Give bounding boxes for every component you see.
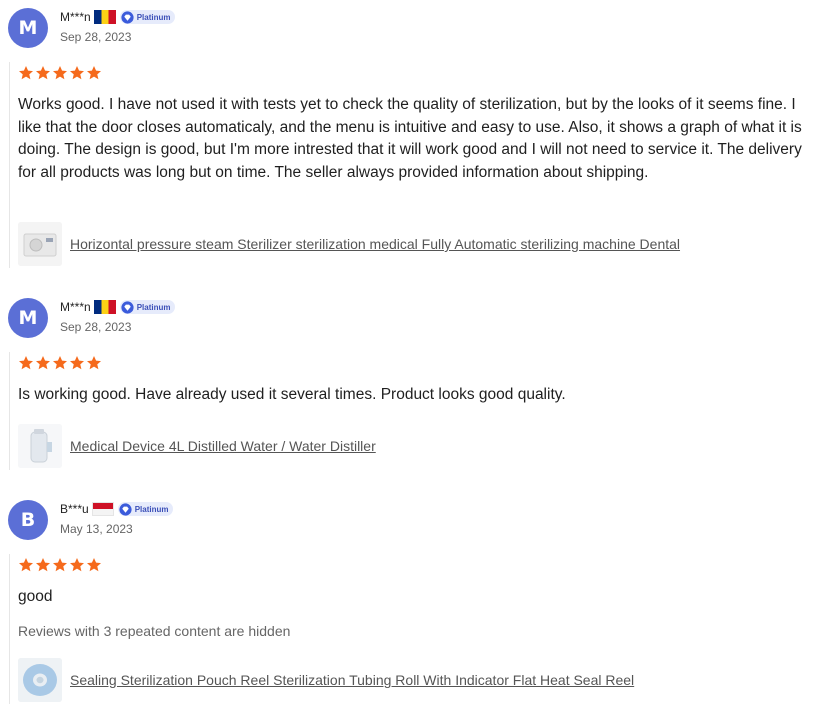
reviewer-info: M***n Platinum — [60, 298, 176, 316]
divider — [9, 554, 10, 704]
indonesia-flag-icon — [91, 502, 114, 516]
avatar: M — [8, 298, 48, 338]
review-text: Is working good. Have already used it se… — [18, 386, 566, 403]
star-icon — [19, 356, 33, 370]
star-icon — [36, 66, 50, 80]
star-icon — [19, 558, 33, 572]
review-date: Sep 28, 2023 — [60, 30, 132, 44]
star-rating — [18, 557, 103, 573]
avatar: B — [8, 500, 48, 540]
product-title-link[interactable]: Sealing Sterilization Pouch Reel Sterili… — [70, 672, 634, 688]
star-icon — [70, 356, 84, 370]
diamond-icon — [121, 300, 134, 314]
badge-label: Platinum — [136, 12, 171, 22]
star-rating — [18, 355, 103, 371]
diamond-icon — [121, 10, 134, 24]
star-rating — [18, 65, 103, 81]
star-icon — [87, 356, 101, 370]
divider — [9, 62, 10, 268]
product-link[interactable]: Medical Device 4L Distilled Water / Wate… — [18, 424, 376, 468]
star-icon — [70, 66, 84, 80]
reviewer-name: M***n — [60, 10, 91, 24]
review-card: M M***n Platinum Sep 28, 2023 Works good… — [0, 0, 828, 280]
star-icon — [87, 66, 101, 80]
product-link[interactable]: Horizontal pressure steam Sterilizer ste… — [18, 222, 680, 266]
product-thumbnail[interactable] — [18, 424, 62, 468]
review-date: May 13, 2023 — [60, 522, 133, 536]
reviewer-name: B***u — [60, 502, 89, 516]
review-date: Sep 28, 2023 — [60, 320, 132, 334]
divider — [9, 352, 10, 470]
badge-label: Platinum — [134, 504, 169, 514]
avatar: M — [8, 8, 48, 48]
star-icon — [53, 66, 67, 80]
star-icon — [19, 66, 33, 80]
star-icon — [53, 356, 67, 370]
product-thumbnail[interactable] — [18, 658, 62, 702]
product-title-link[interactable]: Medical Device 4L Distilled Water / Wate… — [70, 438, 376, 454]
platinum-badge: Platinum — [119, 300, 176, 314]
star-icon — [70, 558, 84, 572]
romania-flag-icon — [93, 10, 116, 24]
diamond-icon — [119, 502, 132, 516]
star-icon — [36, 356, 50, 370]
hidden-reviews-note: Reviews with 3 repeated content are hidd… — [18, 623, 291, 639]
reviewer-info: B***u Platinum — [60, 500, 174, 518]
star-icon — [36, 558, 50, 572]
badge-label: Platinum — [136, 302, 171, 312]
platinum-badge: Platinum — [117, 502, 174, 516]
star-icon — [87, 558, 101, 572]
review-text: good — [18, 588, 53, 605]
romania-flag-icon — [93, 300, 116, 314]
product-link[interactable]: Sealing Sterilization Pouch Reel Sterili… — [18, 658, 634, 702]
review-card: M M***n Platinum Sep 28, 2023 Is working… — [0, 290, 828, 480]
star-icon — [53, 558, 67, 572]
review-card: B B***u Platinum May 13, 2023 good Revie… — [0, 492, 828, 710]
reviewer-name: M***n — [60, 300, 91, 314]
platinum-badge: Platinum — [119, 10, 176, 24]
reviewer-info: M***n Platinum — [60, 8, 176, 26]
product-thumbnail[interactable] — [18, 222, 62, 266]
review-text: Works good. I have not used it with test… — [18, 96, 802, 181]
product-title-link[interactable]: Horizontal pressure steam Sterilizer ste… — [70, 236, 680, 252]
